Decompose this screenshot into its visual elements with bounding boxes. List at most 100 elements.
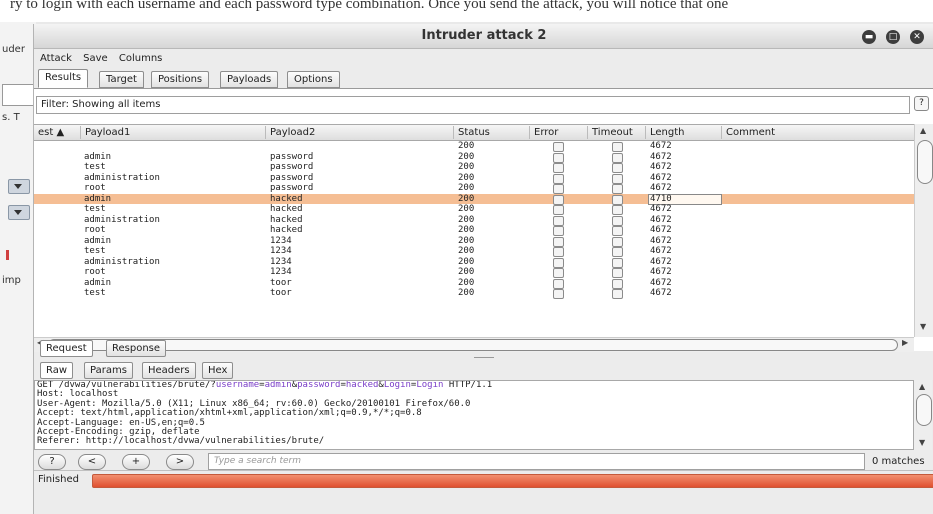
table-row[interactable]: admin 1234 200 4672 bbox=[34, 236, 914, 247]
timeout-checkbox bbox=[612, 278, 623, 289]
cell-payload2: 1234 bbox=[270, 235, 292, 246]
results-panel: Filter: Showing all items ? est ▲ Payloa… bbox=[34, 88, 933, 352]
previous-match-button[interactable]: < bbox=[78, 454, 106, 470]
cell-payload1: test bbox=[84, 288, 106, 298]
error-checkbox bbox=[553, 152, 564, 163]
tab-request[interactable]: Request bbox=[40, 340, 93, 357]
results-vertical-scrollbar[interactable]: ▲ ▼ bbox=[914, 124, 933, 337]
table-row[interactable]: root hacked 200 4672 bbox=[34, 225, 914, 236]
horizontal-scroll-thumb[interactable] bbox=[48, 339, 898, 351]
scroll-down-icon[interactable]: ▼ bbox=[920, 322, 926, 331]
scroll-up-icon[interactable]: ▲ bbox=[920, 126, 926, 135]
table-row[interactable]: administration 1234 200 4672 bbox=[34, 257, 914, 268]
split-pane-divider[interactable] bbox=[34, 356, 933, 360]
timeout-checkbox bbox=[612, 194, 623, 205]
cell-payload1: administration bbox=[84, 172, 160, 183]
column-status[interactable]: Status bbox=[454, 126, 530, 139]
column-request[interactable]: est ▲ bbox=[34, 126, 81, 139]
table-row[interactable]: admin toor 200 4672 bbox=[34, 278, 914, 289]
scroll-thumb[interactable] bbox=[916, 394, 932, 426]
scroll-up-icon[interactable]: ▲ bbox=[919, 382, 925, 391]
tab-positions[interactable]: Positions bbox=[151, 71, 210, 88]
scroll-right-icon[interactable]: ▶ bbox=[902, 338, 908, 347]
tab-params[interactable]: Params bbox=[84, 362, 133, 379]
timeout-checkbox bbox=[612, 205, 623, 215]
cell-length: 4672 bbox=[650, 256, 672, 267]
tab-headers[interactable]: Headers bbox=[142, 362, 196, 379]
help-icon[interactable]: ? bbox=[914, 96, 929, 111]
table-row[interactable]: administration password 200 4672 bbox=[34, 173, 914, 184]
cell-payload1: administration bbox=[84, 256, 160, 267]
timeout-checkbox bbox=[612, 215, 623, 226]
table-row[interactable]: admin password 200 4672 bbox=[34, 152, 914, 163]
table-row[interactable]: root password 200 4672 bbox=[34, 183, 914, 194]
request-text-area[interactable]: GET /dvwa/vulnerabilities/brute/?usernam… bbox=[34, 380, 914, 450]
background-field bbox=[2, 84, 34, 106]
timeout-checkbox bbox=[612, 226, 623, 236]
table-row[interactable]: test password 200 4672 bbox=[34, 162, 914, 173]
tab-target[interactable]: Target bbox=[99, 71, 144, 88]
menu-attack[interactable]: Attack bbox=[40, 53, 72, 64]
search-bar: ? < + > Type a search term 0 matches bbox=[34, 450, 933, 472]
column-payload1[interactable]: Payload1 bbox=[81, 126, 266, 139]
table-row[interactable]: admin hacked 200 4710 bbox=[34, 193, 914, 205]
maximize-icon[interactable]: □ bbox=[886, 30, 900, 44]
status-bar: Finished bbox=[34, 470, 933, 489]
cell-payload2: 1234 bbox=[270, 246, 292, 256]
table-row[interactable]: test hacked 200 4672 bbox=[34, 204, 914, 215]
tab-results[interactable]: Results bbox=[38, 69, 89, 88]
column-length[interactable]: Length bbox=[646, 126, 722, 139]
help-button[interactable]: ? bbox=[38, 454, 66, 470]
request-vertical-scrollbar[interactable]: ▲ ▼ bbox=[914, 380, 932, 450]
cell-payload1: root bbox=[84, 183, 106, 193]
table-row[interactable]: 200 4672 bbox=[34, 141, 914, 152]
cell-payload2: password bbox=[270, 172, 314, 183]
cell-payload1: admin bbox=[84, 235, 112, 246]
cell-payload2: 1234 bbox=[270, 267, 292, 277]
cell-payload2: password bbox=[270, 162, 314, 172]
background-text: imp bbox=[2, 275, 21, 286]
cell-payload1: test bbox=[84, 162, 106, 172]
progress-bar bbox=[92, 474, 933, 488]
background-marker bbox=[6, 250, 9, 260]
cell-status: 200 bbox=[458, 183, 475, 193]
timeout-checkbox bbox=[612, 152, 623, 163]
cell-status: 200 bbox=[458, 256, 475, 267]
error-checkbox bbox=[553, 226, 564, 236]
menu-save[interactable]: Save bbox=[83, 53, 108, 64]
filter-bar[interactable]: Filter: Showing all items bbox=[36, 96, 910, 114]
column-comment[interactable]: Comment bbox=[722, 126, 914, 139]
search-input[interactable]: Type a search term bbox=[208, 453, 865, 470]
next-match-button[interactable]: > bbox=[166, 454, 194, 470]
cell-payload1: test bbox=[84, 204, 106, 214]
column-payload2[interactable]: Payload2 bbox=[266, 126, 454, 139]
cell-payload2: hacked bbox=[270, 225, 303, 235]
tab-raw[interactable]: Raw bbox=[40, 362, 74, 379]
table-row[interactable]: test 1234 200 4672 bbox=[34, 246, 914, 257]
cell-payload2: password bbox=[270, 183, 314, 193]
timeout-checkbox bbox=[612, 268, 623, 278]
scroll-thumb[interactable] bbox=[917, 140, 933, 184]
column-timeout[interactable]: Timeout bbox=[588, 126, 646, 139]
status-label: Finished bbox=[38, 474, 79, 485]
tab-options[interactable]: Options bbox=[287, 71, 340, 88]
error-checkbox bbox=[553, 194, 564, 205]
table-row[interactable]: test toor 200 4672 bbox=[34, 288, 914, 299]
close-icon[interactable]: ✕ bbox=[910, 30, 924, 44]
table-row[interactable]: root 1234 200 4672 bbox=[34, 267, 914, 278]
tab-payloads[interactable]: Payloads bbox=[220, 71, 279, 88]
column-error[interactable]: Error bbox=[530, 126, 588, 139]
cell-payload2: hacked bbox=[270, 214, 303, 225]
cell-length: 4672 bbox=[650, 172, 672, 183]
minimize-icon[interactable]: ▬ bbox=[862, 30, 876, 44]
cell-length: 4710 bbox=[650, 193, 672, 204]
scroll-down-icon[interactable]: ▼ bbox=[919, 438, 925, 447]
add-button[interactable]: + bbox=[122, 454, 150, 470]
error-checkbox bbox=[553, 163, 564, 173]
timeout-checkbox bbox=[612, 184, 623, 194]
tab-hex[interactable]: Hex bbox=[202, 362, 234, 379]
menu-columns[interactable]: Columns bbox=[119, 53, 163, 64]
table-row[interactable]: administration hacked 200 4672 bbox=[34, 215, 914, 226]
match-count: 0 matches bbox=[872, 456, 925, 467]
tab-response[interactable]: Response bbox=[106, 340, 167, 357]
